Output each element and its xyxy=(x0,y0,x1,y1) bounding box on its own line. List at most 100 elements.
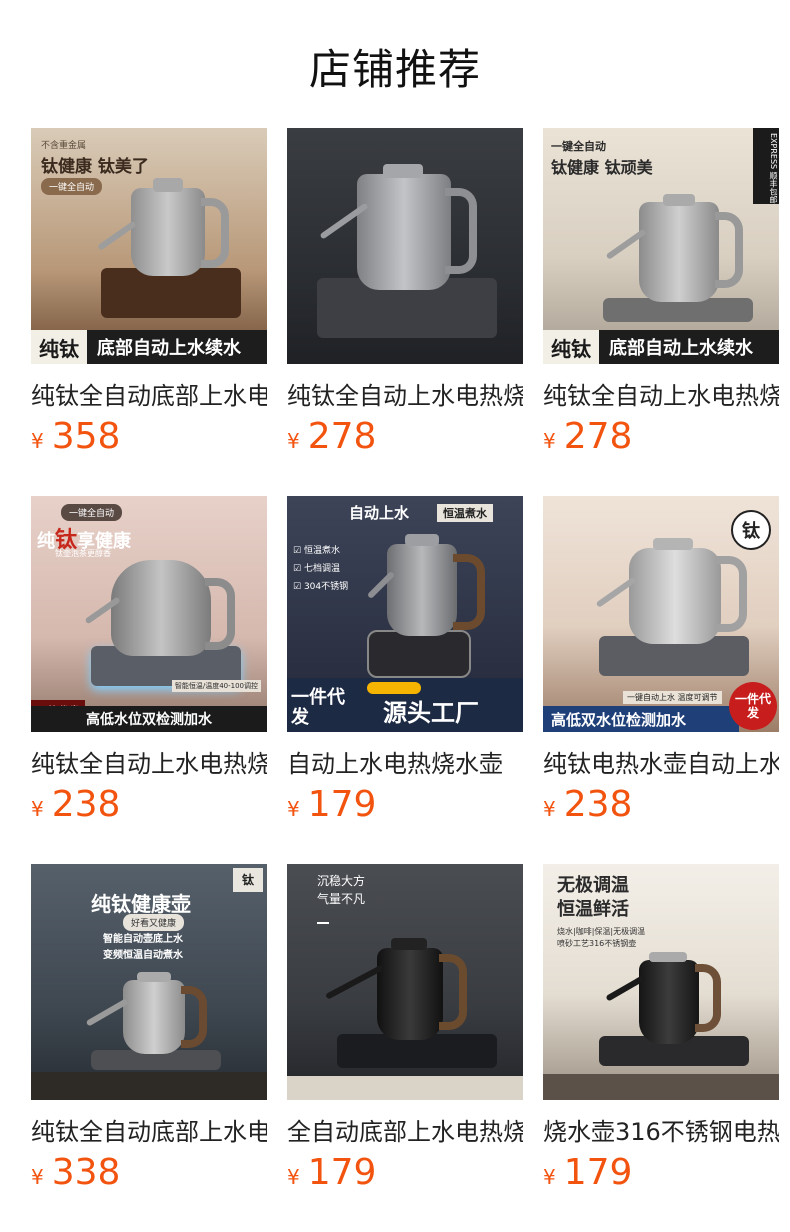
image-pill: 一键全自动 xyxy=(41,178,103,195)
currency-symbol: ¥ xyxy=(543,1165,556,1189)
product-name[interactable]: 全自动底部上水电热烧水壶 xyxy=(287,1112,523,1147)
currency-symbol: ¥ xyxy=(543,797,556,821)
image-note: 一键自动上水 温度可调节 xyxy=(623,691,722,704)
image-headline: 纯钛健康壶 xyxy=(91,892,191,916)
product-card[interactable]: 不含重金属 钛健康 钛美了 一键全自动 纯钛 底部自动上水续水 纯钛全自动底部上… xyxy=(31,128,267,457)
image-small-line: 烧水|咖啡|保温|无极调温 xyxy=(557,927,646,936)
product-name[interactable]: 纯钛电热水壶自动上水 xyxy=(543,744,779,779)
image-note: 智能恒温/温度40-100调控 xyxy=(171,680,261,692)
page-title: 店铺推荐 xyxy=(308,45,481,94)
kettle-illustration xyxy=(629,548,721,644)
product-name[interactable]: 纯钛全自动上水电热烧水壶 xyxy=(543,376,779,411)
kettle-lid xyxy=(137,972,171,982)
product-price: ¥179 xyxy=(543,1152,632,1193)
kettle-handle xyxy=(453,554,485,630)
currency-symbol: ¥ xyxy=(31,797,44,821)
kettle-handle xyxy=(445,188,477,274)
image-banner: 纯钛 底部自动上水续水 xyxy=(543,330,779,364)
banner-tag: 纯钛 xyxy=(31,330,87,364)
product-image[interactable]: 自动上水 恒温煮水 ☑ 恒温煮水 ☑ 七档调温 ☑ 304不锈钢 一件代发 源头… xyxy=(287,496,523,732)
kettle-illustration xyxy=(639,960,699,1044)
currency-symbol: ¥ xyxy=(287,797,300,821)
product-card[interactable]: 一键全自动 纯钛享健康 钛壶泡茶更醇香 智能恒温/温度40-100调控 一件代发… xyxy=(31,496,267,825)
product-price: ¥238 xyxy=(543,784,632,825)
kettle-lid xyxy=(383,164,423,178)
feature-list: ☑ 恒温煮水 ☑ 七档调温 ☑ 304不锈钢 xyxy=(293,542,348,596)
product-price: ¥338 xyxy=(31,1152,120,1193)
image-line: 变频恒温自动煮水 xyxy=(103,950,183,961)
currency-symbol: ¥ xyxy=(543,429,556,453)
kettle-handle xyxy=(695,964,721,1032)
kettle-illustration xyxy=(639,202,719,302)
product-image[interactable]: 钛 一键自动上水 温度可调节 高低双水位检测加水 一件代发 xyxy=(543,496,779,732)
product-card[interactable]: 沉稳大方 气量不凡 全自动底部上水电热烧水壶 ¥179 xyxy=(287,864,523,1193)
express-badge: EXPRESS 顺丰包邮 xyxy=(753,128,779,204)
product-image[interactable]: 无极调温 恒温鲜活 烧水|咖啡|保温|无极调温 喷砂工艺316不锈钢壶 xyxy=(543,864,779,1100)
kettle-lid xyxy=(649,952,687,962)
price-value: 338 xyxy=(51,1152,121,1193)
product-card[interactable]: 无极调温 恒温鲜活 烧水|咖啡|保温|无极调温 喷砂工艺316不锈钢壶 烧水壶3… xyxy=(543,864,779,1193)
kettle-illustration xyxy=(111,560,211,656)
product-name[interactable]: 自动上水电热烧水壶 xyxy=(287,744,523,779)
price-value: 238 xyxy=(563,784,633,825)
image-line: 无极调温 xyxy=(557,875,629,896)
banner-text: 高低双水位检测加水 xyxy=(551,710,687,729)
product-card[interactable]: 自动上水 恒温煮水 ☑ 恒温煮水 ☑ 七档调温 ☑ 304不锈钢 一件代发 源头… xyxy=(287,496,523,825)
product-image[interactable]: 一键全自动 纯钛享健康 钛壶泡茶更醇香 智能恒温/温度40-100调控 一件代发… xyxy=(31,496,267,732)
product-name[interactable]: 纯钛全自动上水电热烧水壶 xyxy=(287,376,523,411)
price-value: 179 xyxy=(563,1152,633,1193)
image-small-line: 钛壶泡茶更醇香 xyxy=(55,549,111,558)
kettle-lid xyxy=(153,178,183,192)
product-image[interactable] xyxy=(287,128,523,364)
product-price: ¥179 xyxy=(287,784,376,825)
image-headline: 钛健康 钛美了 xyxy=(41,157,149,177)
product-name[interactable]: 纯钛全自动上水电热烧水壶 xyxy=(31,744,267,779)
kettle-handle xyxy=(715,556,747,632)
kettle-handle xyxy=(439,954,467,1030)
product-price: ¥278 xyxy=(287,416,376,457)
image-headline: 钛健康 钛顽美 xyxy=(551,158,653,177)
product-card[interactable]: 一键全自动 钛健康 钛顽美 EXPRESS 顺丰包邮 纯钛 底部自动上水续水 纯… xyxy=(543,128,779,457)
image-lines: 无极调温 恒温鲜活 xyxy=(557,874,629,922)
product-name[interactable]: 纯钛全自动底部上水电热烧水壶 xyxy=(31,376,267,411)
currency-symbol: ¥ xyxy=(287,429,300,453)
kettle-illustration xyxy=(123,980,185,1054)
product-name[interactable]: 纯钛全自动底部上水电热烧水壶 xyxy=(31,1112,267,1147)
feature-item: ☑ 七档调温 xyxy=(293,564,340,574)
product-image[interactable]: 一键全自动 钛健康 钛顽美 EXPRESS 顺丰包邮 纯钛 底部自动上水续水 xyxy=(543,128,779,364)
corner-tag: 一件代发 xyxy=(291,687,345,728)
currency-symbol: ¥ xyxy=(31,429,44,453)
table-surface xyxy=(287,1076,523,1100)
image-line: 沉稳大方 xyxy=(317,874,366,888)
image-banner: 纯钛 底部自动上水续水 xyxy=(31,330,267,364)
price-value: 358 xyxy=(51,416,121,457)
product-image[interactable]: 不含重金属 钛健康 钛美了 一键全自动 纯钛 底部自动上水续水 xyxy=(31,128,267,364)
product-card[interactable]: 钛 一键自动上水 温度可调节 高低双水位检测加水 一件代发 纯钛电热水壶自动上水… xyxy=(543,496,779,825)
product-card[interactable]: 钛 纯钛健康壶 好看又健康 智能自动壶底上水 变频恒温自动煮水 纯钛全自动底部上… xyxy=(31,864,267,1193)
product-card[interactable]: 纯钛全自动上水电热烧水壶 ¥278 xyxy=(287,128,523,457)
kettle-lid xyxy=(391,938,427,950)
product-image[interactable]: 沉稳大方 气量不凡 xyxy=(287,864,523,1100)
product-name[interactable]: 烧水壶316不锈钢电热水壶 xyxy=(543,1112,779,1147)
price-value: 278 xyxy=(307,416,377,457)
kettle-illustration xyxy=(131,188,205,276)
banner-text: 高低水位双检测加水 xyxy=(86,712,212,728)
image-lines: 沉稳大方 气量不凡 xyxy=(317,872,365,908)
kettle-handle xyxy=(181,986,207,1048)
headline-pre: 纯 xyxy=(37,531,55,552)
price-value: 278 xyxy=(563,416,633,457)
product-price: ¥179 xyxy=(287,1152,376,1193)
titanium-badge: 钛 xyxy=(731,510,771,550)
price-value: 179 xyxy=(307,1152,377,1193)
table-surface xyxy=(543,1074,779,1100)
product-image[interactable]: 钛 纯钛健康壶 好看又健康 智能自动壶底上水 变频恒温自动煮水 xyxy=(31,864,267,1100)
image-lines: 智能自动壶底上水 变频恒温自动煮水 xyxy=(103,932,183,964)
banner-text: 底部自动上水续水 xyxy=(609,338,753,359)
kettle-handle xyxy=(201,198,229,268)
image-note: 喷砂工艺316不锈钢壶 xyxy=(557,939,637,948)
product-price: ¥278 xyxy=(543,416,632,457)
kettle-handle xyxy=(715,212,743,288)
kettle-illustration xyxy=(387,544,457,636)
image-pill: 好看又健康 xyxy=(123,914,185,931)
kettle-lid xyxy=(663,194,695,206)
